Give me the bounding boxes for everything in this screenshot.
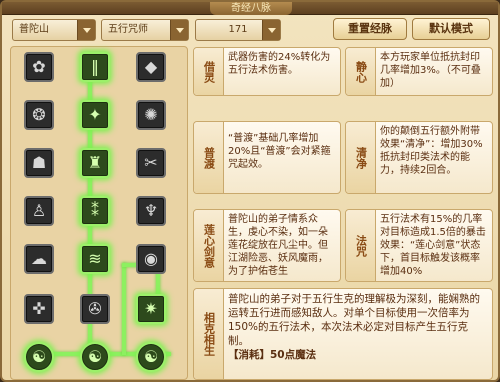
- meridian-panel: 奇经八脉 普陀山 五行咒师 171 重置经脉 默认模式 ✿ ‖ ◆ ❂ ✦ ✺ ☗ ♜ ✂ ♙ ⁑ ♆…: [0, 0, 500, 382]
- vase-icon: ♜: [87, 153, 103, 172]
- skill-desc: 本方玩家单位抵抗封印几率增加3%。（不可叠加）: [380, 52, 481, 89]
- star-icon: ✷: [144, 299, 158, 318]
- mask-icon: ☗: [31, 153, 47, 172]
- window-title: 奇经八脉: [210, 2, 292, 15]
- meridian-node[interactable]: ✿: [24, 52, 54, 82]
- meridian-node[interactable]: ✺: [136, 100, 166, 130]
- meridian-node[interactable]: ☗: [24, 148, 54, 178]
- skill-desc: 武器伤害的24%转化为五行法术伤害。: [228, 52, 331, 76]
- lamp-icon: ♆: [143, 201, 159, 220]
- scroll-icon: ◆: [144, 57, 158, 76]
- skill-desc: 普陀山的弟子情系众生，虔心不染，如一朵莲花绽放在凡尘中。但江湖险恶、妖风魔雨，为…: [228, 214, 328, 277]
- skill-cost: 【消耗】50点魔法: [228, 349, 317, 361]
- yinyang-icon: ☯: [87, 347, 103, 366]
- skill-name: 清净: [346, 122, 376, 193]
- yinyang-icon: ☯: [31, 347, 47, 366]
- skill-name: 相克相生: [194, 289, 224, 379]
- bamboo-icon: ‖: [91, 57, 99, 76]
- school-dropdown[interactable]: 普陀山: [12, 19, 96, 41]
- skill-card[interactable]: 清净 你的颠倒五行额外附带效果“清净”：增加30%抵抗封印类法术的能力，持续2回…: [345, 121, 493, 194]
- skill-card[interactable]: 静心 本方玩家单位抵抗封印几率增加3%。（不可叠加）: [345, 47, 493, 96]
- meridian-node[interactable]: ☯: [80, 342, 110, 372]
- skill-name: 莲心剑意: [194, 210, 224, 281]
- figure-icon: ♙: [31, 201, 47, 220]
- chevron-down-icon: [170, 20, 188, 40]
- points-value: 171: [228, 24, 248, 35]
- meridian-node[interactable]: ✦: [80, 100, 110, 130]
- skill-name: 静心: [346, 48, 376, 95]
- skill-card[interactable]: 莲心剑意 普陀山的弟子情系众生，虔心不染，如一朵莲花绽放在凡尘中。但江湖险恶、妖…: [193, 209, 341, 282]
- blade-icon: ✂: [144, 153, 158, 172]
- meridian-node[interactable]: ✜: [24, 294, 54, 324]
- chevron-down-icon: [262, 20, 280, 40]
- meridian-node[interactable]: ♆: [136, 196, 166, 226]
- element-dropdown[interactable]: 五行咒师: [101, 19, 189, 41]
- meridian-node[interactable]: ❂: [24, 100, 54, 130]
- default-mode-button[interactable]: 默认模式: [412, 18, 490, 40]
- skill-card[interactable]: 相克相生 普陀山的弟子对于五行生克的理解极为深刻，能娴熟的运转五行进而感知敌人。…: [193, 288, 493, 380]
- wheel-icon: ✇: [88, 299, 102, 318]
- meridian-node[interactable]: ⁑: [80, 196, 110, 226]
- yinyang-icon: ☯: [143, 347, 159, 366]
- meridian-node[interactable]: ✷: [136, 294, 166, 324]
- meridian-node[interactable]: ☯: [24, 342, 54, 372]
- skill-detail: 普陀山的弟子对于五行生克的理解极为深刻，能娴熟的运转五行进而感知敌人。对单个目标…: [228, 292, 488, 376]
- meridian-node[interactable]: ♙: [24, 196, 54, 226]
- sword-icon: ✦: [88, 105, 102, 124]
- meridian-node[interactable]: ✇: [80, 294, 110, 324]
- skill-card[interactable]: 法咒 五行法术有15%的几率对目标造成1.5倍的暴击效果：“莲心剑意”状态下，首…: [345, 209, 493, 282]
- flame-icon: ✺: [144, 105, 158, 124]
- skill-name: 法咒: [346, 210, 376, 281]
- cloud-icon: ☁: [31, 249, 47, 268]
- meridian-node[interactable]: ‖: [80, 52, 110, 82]
- skill-desc: 五行法术有15%的几率对目标造成1.5倍的暴击效果：“莲心剑意”状态下，首目标触…: [380, 214, 486, 277]
- meridian-node[interactable]: ✂: [136, 148, 166, 178]
- tree-link: [122, 263, 126, 355]
- beads-icon: ❂: [32, 105, 46, 124]
- reset-meridian-button[interactable]: 重置经脉: [333, 18, 407, 40]
- reed-icon: ⁑: [91, 201, 99, 220]
- skill-name: 借灵: [194, 48, 224, 95]
- meridian-node[interactable]: ♜: [80, 148, 110, 178]
- chevron-down-icon: [77, 20, 95, 40]
- school-value: 普陀山: [19, 24, 49, 35]
- meridian-node[interactable]: ≋: [80, 244, 110, 274]
- skill-desc: 你的颠倒五行额外附带效果“清净”：增加30%抵抗封印类法术的能力，持续2回合。: [380, 126, 483, 176]
- lotus-icon: ✿: [32, 57, 46, 76]
- skill-desc: 普陀山的弟子对于五行生克的理解极为深刻，能娴熟的运转五行进而感知敌人。对单个目标…: [228, 293, 480, 347]
- element-value: 五行咒师: [108, 24, 148, 35]
- skill-name: 普渡: [194, 122, 224, 193]
- water-icon: ≋: [88, 249, 102, 268]
- meridian-node[interactable]: ◆: [136, 52, 166, 82]
- points-field[interactable]: 171: [195, 19, 281, 41]
- orb-icon: ◉: [144, 249, 158, 268]
- title-bar: 奇经八脉: [2, 2, 498, 15]
- meridian-node[interactable]: ☯: [136, 342, 166, 372]
- dragon-icon: ✜: [32, 299, 46, 318]
- meridian-node[interactable]: ☁: [24, 244, 54, 274]
- skill-card[interactable]: 借灵 武器伤害的24%转化为五行法术伤害。: [193, 47, 341, 96]
- skill-card[interactable]: 普渡 “普渡”基础几率增加20%且“普渡”会对紧箍咒起效。: [193, 121, 341, 194]
- skill-desc: “普渡”基础几率增加20%且“普渡”会对紧箍咒起效。: [228, 133, 331, 170]
- meridian-node[interactable]: ◉: [136, 244, 166, 274]
